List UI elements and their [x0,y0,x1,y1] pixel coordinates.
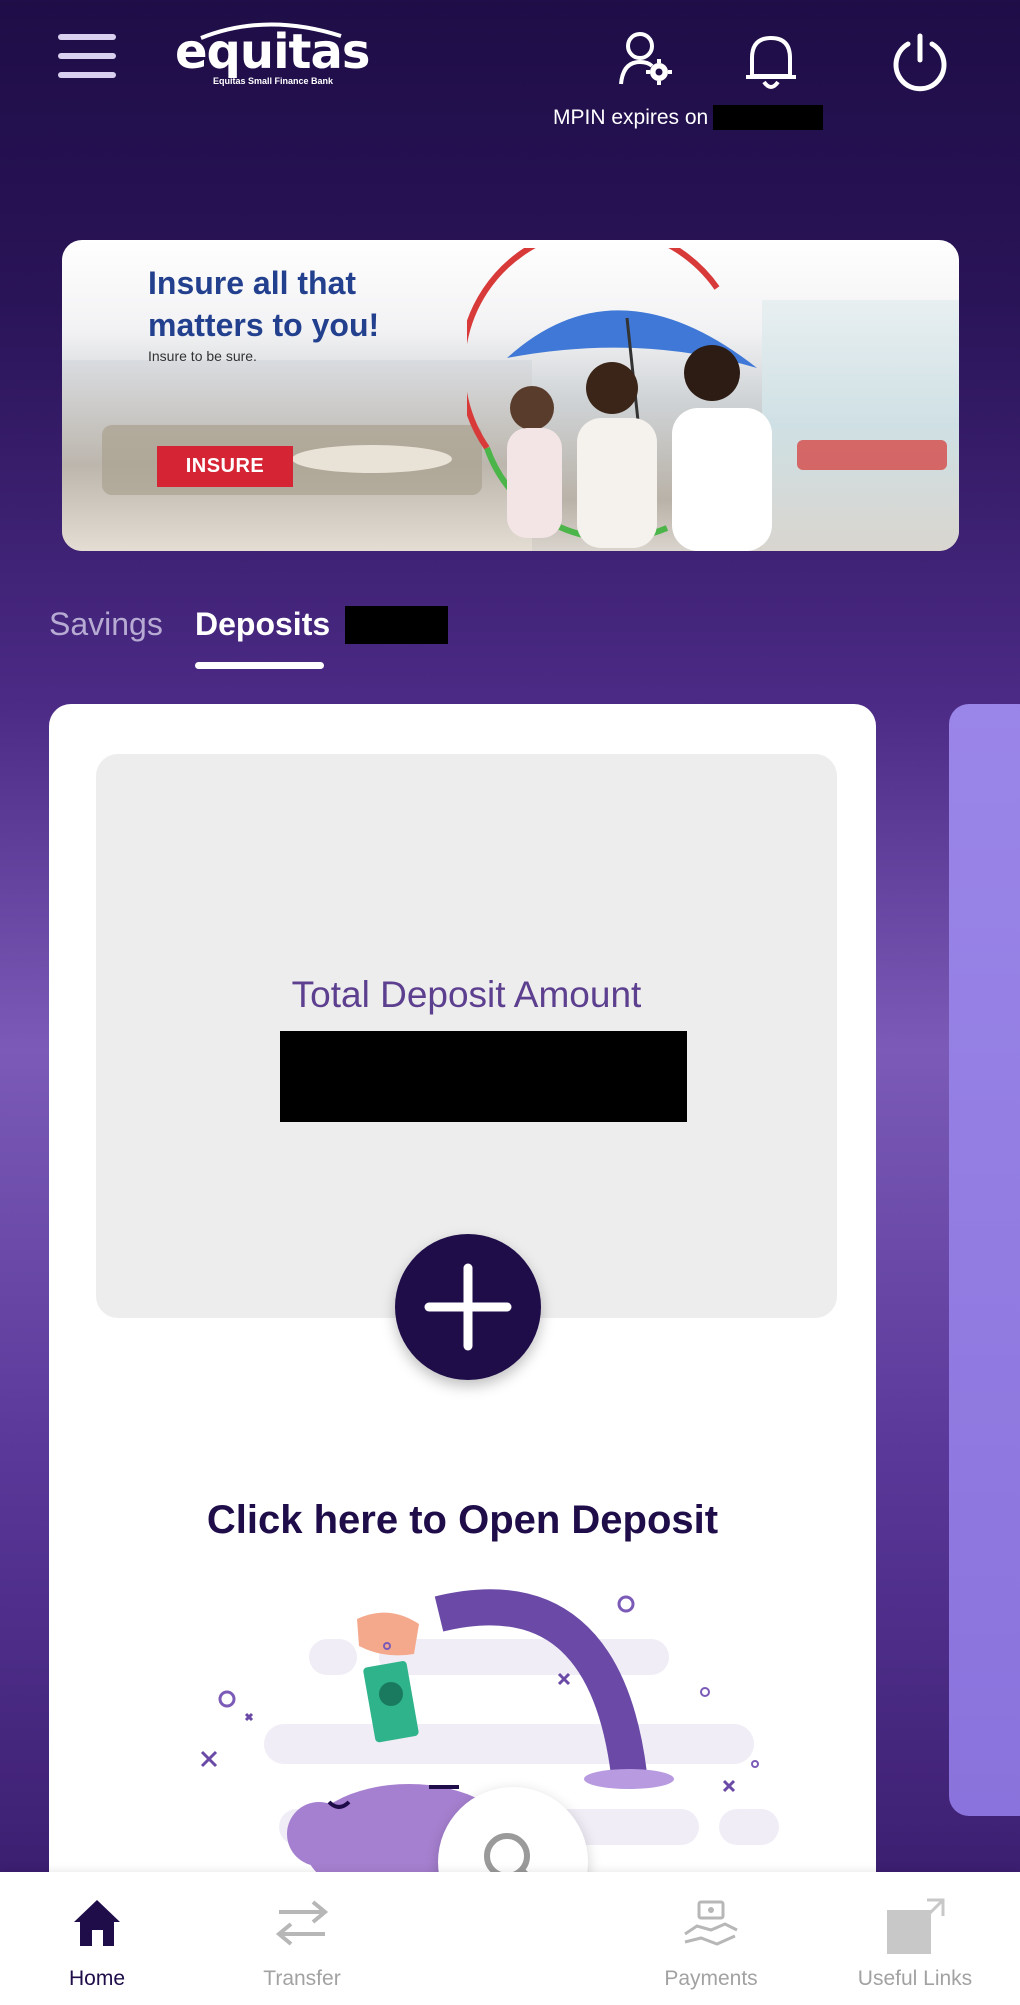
app-header: equitas Equitas Small Finance Bank MPIN … [0,0,1020,150]
add-deposit-button[interactable] [395,1234,541,1380]
insure-button[interactable]: INSURE [157,446,293,487]
banner-title: Insure all that matters to you! [148,265,380,343]
external-link-icon [887,1898,945,1954]
profile-settings-icon[interactable] [618,30,674,93]
nav-useful-links-label: Useful Links [857,1967,973,1990]
logo-wordmark: equitas [175,24,370,80]
mpin-expiry-text: MPIN expires on [553,106,709,129]
home-icon [74,1900,120,1946]
tab-deposits[interactable]: Deposits [195,606,330,643]
banner-subtitle: Insure to be sure. [148,348,257,364]
total-deposit-label: Total Deposit Amount [291,974,642,1015]
open-deposit-link[interactable]: Click here to Open Deposit [49,1498,876,1543]
transfer-icon [275,1900,329,1946]
next-card-peek[interactable] [949,704,1020,1816]
nav-useful-links[interactable]: Useful Links [840,1872,990,2005]
family-umbrella-illustration [467,248,772,551]
insurance-banner[interactable]: Insure all that matters to you! Insure t… [62,240,959,551]
nav-home-label: Home [68,1967,126,1990]
tab-redacted [345,606,448,644]
bell-icon[interactable] [742,30,800,97]
nav-transfer[interactable]: Transfer [227,1872,377,2005]
nav-home[interactable]: Home [22,1872,172,2005]
nav-transfer-label: Transfer [263,1967,341,1990]
logo-tagline: Equitas Small Finance Bank [213,76,334,86]
equitas-logo: equitas Equitas Small Finance Bank [175,20,370,90]
plus-icon [424,1263,512,1351]
nav-payments-label: Payments [664,1967,758,1990]
mpin-expiry-date-redacted [713,105,823,130]
banner-table [292,445,452,473]
nav-payments[interactable]: Payments [636,1872,786,2005]
menu-icon[interactable] [58,34,116,78]
active-tab-indicator [195,662,324,669]
tab-savings[interactable]: Savings [49,606,163,643]
payments-icon [684,1900,738,1946]
total-deposit-amount-redacted [280,1031,687,1122]
bottom-navigation: Home Transfer Payments Useful Links [0,1872,1020,2005]
power-icon[interactable] [890,32,950,97]
